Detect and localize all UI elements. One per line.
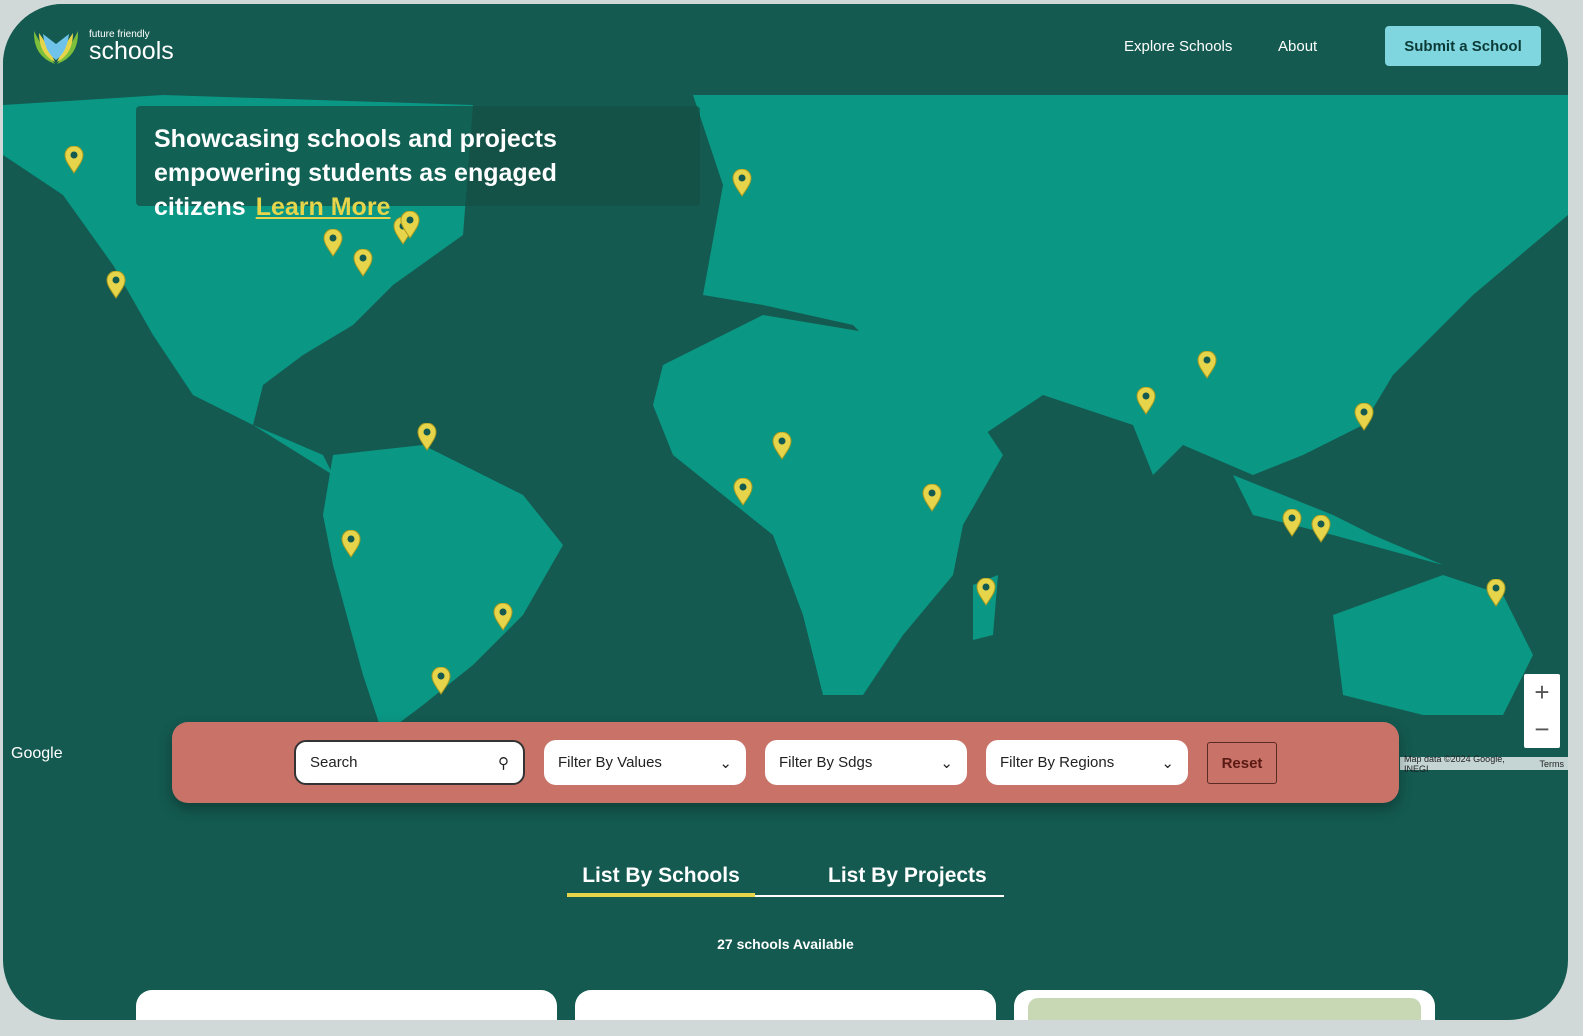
map-pin-icon[interactable]: [772, 432, 792, 460]
search-icon[interactable]: ⚲: [498, 754, 509, 772]
map-pin-icon[interactable]: [353, 249, 373, 277]
learn-more-link[interactable]: Learn More: [256, 193, 391, 221]
map-pin-icon[interactable]: [400, 211, 420, 239]
zoom-controls: + −: [1524, 674, 1560, 748]
zoom-out-button[interactable]: −: [1524, 711, 1560, 748]
map-pin-icon[interactable]: [431, 667, 451, 695]
filter-values-select[interactable]: Filter By Values ⌄: [544, 740, 746, 785]
search-placeholder: Search: [310, 754, 358, 771]
world-map[interactable]: Showcasing schools and projects empoweri…: [3, 95, 1568, 735]
terms-link[interactable]: Terms: [1540, 759, 1565, 769]
map-pin-icon[interactable]: [493, 603, 513, 631]
chevron-down-icon: ⌄: [719, 754, 732, 772]
map-pin-icon[interactable]: [323, 229, 343, 257]
filter-sdgs-label: Filter By Sdgs: [779, 754, 873, 771]
filter-regions-label: Filter By Regions: [1000, 754, 1115, 771]
tab-list-by-projects[interactable]: List By Projects: [828, 864, 987, 888]
school-card[interactable]: [1014, 990, 1435, 1020]
map-pin-icon[interactable]: [106, 271, 126, 299]
map-pin-icon[interactable]: [976, 578, 996, 606]
nav-about[interactable]: About: [1278, 38, 1317, 55]
map-pin-icon[interactable]: [417, 423, 437, 451]
chevron-down-icon: ⌄: [1161, 754, 1174, 772]
submit-school-button[interactable]: Submit a School: [1385, 26, 1541, 66]
app-frame: future friendly schools Explore Schools A…: [3, 4, 1568, 1020]
map-pin-icon[interactable]: [1311, 515, 1331, 543]
filter-values-label: Filter By Values: [558, 754, 662, 771]
filter-regions-select[interactable]: Filter By Regions ⌄: [986, 740, 1188, 785]
tab-list-by-schools[interactable]: List By Schools: [567, 864, 755, 897]
map-pin-icon[interactable]: [1354, 403, 1374, 431]
butterfly-logo-icon: [33, 31, 79, 64]
map-pin-icon[interactable]: [64, 146, 84, 174]
logo-name: schools: [89, 37, 174, 65]
search-input[interactable]: Search ⚲: [294, 740, 525, 785]
map-pin-icon[interactable]: [1136, 387, 1156, 415]
google-logo: Google: [11, 745, 63, 762]
filter-sdgs-select[interactable]: Filter By Sdgs ⌄: [765, 740, 967, 785]
hero-banner: Showcasing schools and projects empoweri…: [136, 106, 700, 221]
school-card[interactable]: [136, 990, 557, 1020]
map-pin-icon[interactable]: [922, 484, 942, 512]
chevron-down-icon: ⌄: [940, 754, 953, 772]
reset-button[interactable]: Reset: [1207, 742, 1277, 784]
schools-count: 27 schools Available: [717, 936, 854, 952]
school-card[interactable]: [575, 990, 996, 1020]
map-pin-icon[interactable]: [733, 478, 753, 506]
map-pin-icon[interactable]: [732, 169, 752, 197]
list-tabs: List By Schools List By Projects: [567, 864, 1004, 897]
filter-bar: Search ⚲ Filter By Values ⌄ Filter By Sdgs…: [172, 722, 1399, 803]
map-pin-icon[interactable]: [1197, 351, 1217, 379]
header: future friendly schools Explore Schools A…: [3, 4, 1568, 95]
attribution-text: Map data ©2024 Google, INEGI: [1404, 753, 1505, 774]
logo[interactable]: future friendly schools: [31, 26, 174, 66]
card-image: [1028, 998, 1421, 1020]
map-pin-icon[interactable]: [341, 530, 361, 558]
map-attribution: Map data ©2024 Google, INEGI Terms: [1400, 754, 1568, 774]
map-pin-icon[interactable]: [1282, 509, 1302, 537]
zoom-in-button[interactable]: +: [1524, 674, 1560, 711]
nav-explore-schools[interactable]: Explore Schools: [1124, 38, 1232, 55]
map-pin-icon[interactable]: [1486, 579, 1506, 607]
